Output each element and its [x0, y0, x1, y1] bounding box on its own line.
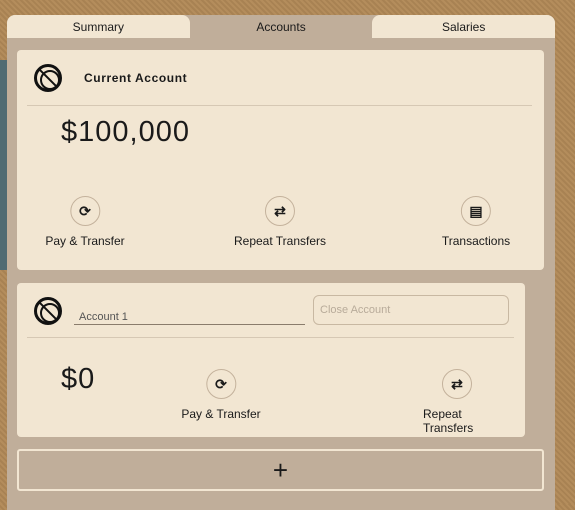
divider	[27, 105, 532, 106]
receipt-icon: ▤	[461, 196, 491, 226]
sync-icon: ⟳	[70, 196, 100, 226]
account-logo-icon	[34, 64, 62, 92]
add-account-button[interactable]: +	[17, 449, 544, 491]
transactions-button[interactable]: ▤ Transactions	[442, 196, 510, 248]
balance: $0	[61, 363, 96, 395]
pay-transfer-button[interactable]: ⟳ Pay & Transfer	[181, 369, 261, 421]
action-label: Pay & Transfer	[45, 234, 125, 248]
repeat-transfers-button[interactable]: ⇄ Repeat Transfers	[423, 369, 491, 435]
action-label: Repeat Transfers	[423, 407, 474, 435]
current-account-card: Current Account $100,000 ⟳ Pay & Transfer…	[17, 50, 544, 270]
accounts-panel: Summary Accounts Salaries Current Accoun…	[7, 15, 556, 510]
tab-summary[interactable]: Summary	[7, 15, 190, 38]
action-label: Repeat Transfers	[233, 234, 327, 248]
action-label: Transactions	[441, 234, 511, 248]
pay-transfer-button[interactable]: ⟳ Pay & Transfer	[45, 196, 125, 248]
tab-bar: Summary Accounts Salaries	[7, 15, 556, 38]
account-1-card: Close Account $0 ⟳ Pay & Transfer ⇄ Repeat…	[17, 283, 525, 437]
tab-accounts[interactable]: Accounts	[189, 15, 373, 38]
account-logo-icon	[34, 297, 62, 325]
action-label: Pay & Transfer	[181, 407, 261, 421]
repeat-transfers-button[interactable]: ⇄ Repeat Transfers	[234, 196, 326, 248]
sync-icon: ⟳	[206, 369, 236, 399]
repeat-icon: ⇄	[442, 369, 472, 399]
balance: $100,000	[61, 116, 190, 148]
tab-salaries[interactable]: Salaries	[372, 15, 556, 38]
account-title: Current Account	[84, 71, 188, 85]
divider	[27, 337, 514, 338]
repeat-icon: ⇄	[264, 196, 295, 226]
close-account-button[interactable]: Close Account	[313, 295, 509, 325]
account-name-input[interactable]	[74, 303, 305, 325]
